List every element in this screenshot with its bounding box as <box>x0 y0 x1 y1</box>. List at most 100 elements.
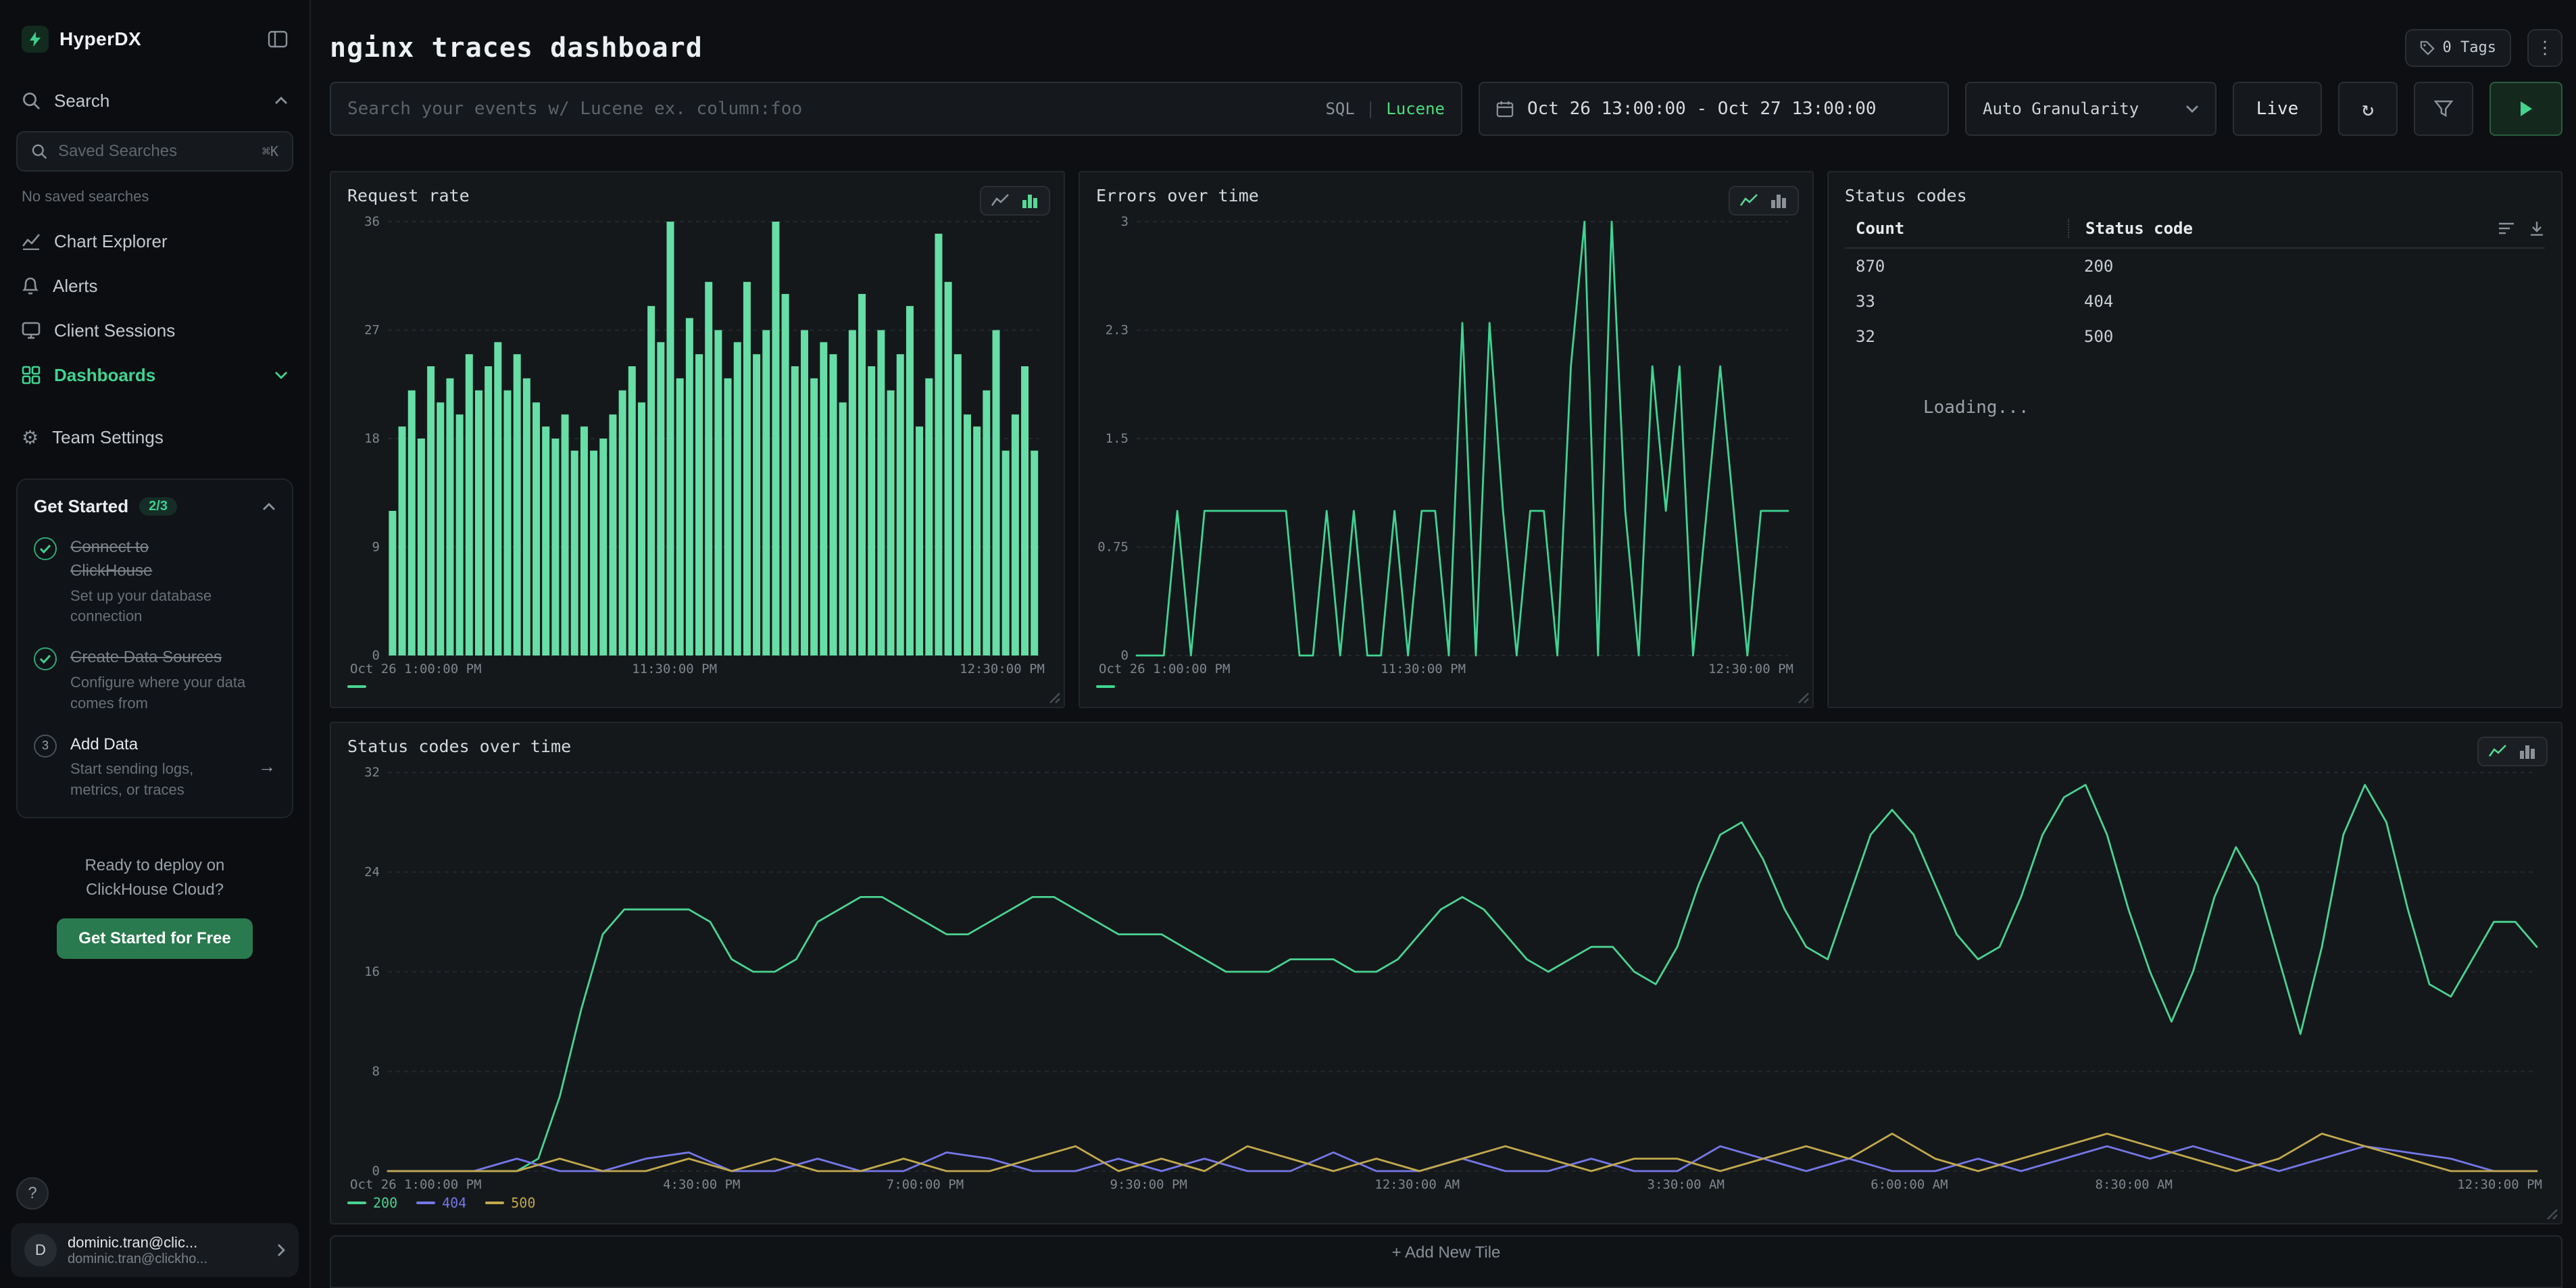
svg-text:9:30:00 PM: 9:30:00 PM <box>1110 1177 1187 1192</box>
divider: | <box>1366 99 1375 118</box>
legend-item[interactable]: 200 <box>347 1195 397 1211</box>
resize-handle[interactable] <box>1049 692 1061 704</box>
svg-text:2.3: 2.3 <box>1106 323 1129 338</box>
get-started-card: Get Started 2/3 Connect to ClickHouse Se… <box>16 478 293 818</box>
run-query-button[interactable] <box>2490 82 2562 136</box>
event-search-bar[interactable]: SQL | Lucene <box>330 82 1462 136</box>
get-started-progress-badge: 2/3 <box>139 497 177 516</box>
arrow-right-icon: → <box>258 756 276 777</box>
app-logo-row: HyperDX <box>0 0 309 78</box>
add-new-tile-button[interactable]: + Add New Tile <box>330 1235 2562 1288</box>
refresh-button[interactable]: ↻ <box>2338 82 2398 136</box>
svg-text:18: 18 <box>364 431 380 446</box>
resize-handle[interactable] <box>2546 1208 2558 1220</box>
svg-text:12:30:00 AM: 12:30:00 AM <box>1374 1177 1460 1192</box>
filter-button[interactable] <box>2414 82 2473 136</box>
svg-text:1.5: 1.5 <box>1106 431 1129 446</box>
search-input[interactable] <box>347 99 1312 119</box>
more-options-button[interactable]: ⋮ <box>2527 29 2562 67</box>
get-started-free-button[interactable]: Get Started for Free <box>57 918 252 959</box>
line-chart-icon[interactable] <box>2485 742 2510 761</box>
saved-searches-input[interactable]: Saved Searches ⌘K <box>16 131 293 172</box>
sidebar-item-dashboards[interactable]: Dashboards <box>0 353 309 397</box>
status-over-time-chart[interactable]: 08162432Oct 26 1:00:00 PM4:30:00 PM7:00:… <box>347 762 2545 1193</box>
granularity-select[interactable]: Auto Granularity <box>1965 82 2216 136</box>
table-row[interactable]: 870200 <box>1845 249 2545 284</box>
bar-chart-icon[interactable] <box>1766 191 1791 210</box>
sidebar-item-label: Client Sessions <box>54 320 175 341</box>
column-header-count[interactable]: Count <box>1845 219 2068 238</box>
svg-text:0: 0 <box>372 1164 380 1179</box>
collapse-sidebar-icon[interactable] <box>268 30 288 48</box>
avatar: D <box>24 1234 57 1266</box>
cloud-deploy-text: Ready to deploy on ClickHouse Cloud? <box>0 853 309 902</box>
user-email: dominic.tran@clickho... <box>68 1252 266 1267</box>
table-row[interactable]: 32500 <box>1845 319 2545 354</box>
tag-icon <box>2420 41 2435 55</box>
tile-title: Status codes <box>1845 186 2545 205</box>
svg-text:12:30:00 PM: 12:30:00 PM <box>2457 1177 2542 1192</box>
line-chart-icon[interactable] <box>1737 191 1761 210</box>
sidebar-item-alerts[interactable]: Alerts <box>0 264 309 308</box>
svg-text:24: 24 <box>364 865 380 880</box>
line-chart-icon[interactable] <box>988 191 1012 210</box>
step-desc: Set up your database connection <box>70 586 232 628</box>
legend-item[interactable]: 500 <box>485 1195 535 1211</box>
legend-dash <box>1096 685 1115 688</box>
resize-handle[interactable] <box>1798 692 1810 704</box>
svg-text:0: 0 <box>1121 648 1129 663</box>
get-started-step-sources[interactable]: Create Data Sources Configure where your… <box>34 646 276 714</box>
sidebar: HyperDX Search Saved Searches ⌘K No save… <box>0 0 311 1288</box>
request-rate-chart[interactable]: 09182736Oct 26 1:00:00 PM11:30:00 PM12:3… <box>347 211 1047 677</box>
tags-label: 0 Tags <box>2443 39 2496 56</box>
svg-text:8: 8 <box>372 1064 380 1079</box>
tags-button[interactable]: 0 Tags <box>2405 29 2511 67</box>
svg-text:12:30:00 PM: 12:30:00 PM <box>1708 662 1793 676</box>
sidebar-item-team-settings[interactable]: ⚙ Team Settings <box>0 415 309 460</box>
user-menu[interactable]: D dominic.tran@clic... dominic.tran@clic… <box>11 1223 299 1277</box>
errors-chart[interactable]: 00.751.52.33Oct 26 1:00:00 PM11:30:00 PM… <box>1096 211 1796 677</box>
sidebar-item-client-sessions[interactable]: Client Sessions <box>0 308 309 353</box>
get-started-step-add-data[interactable]: 3 Add Data Start sending logs, metrics, … <box>34 733 276 801</box>
help-button[interactable]: ? <box>16 1177 49 1210</box>
status-code-cell: 404 <box>2068 292 2545 311</box>
table-row[interactable]: 33404 <box>1845 284 2545 319</box>
table-settings-icon[interactable] <box>2498 220 2515 237</box>
monitor-icon <box>22 322 41 339</box>
tile-status-codes: Status codes Count Status code 870200334… <box>1827 171 2562 708</box>
user-name: dominic.tran@clic... <box>68 1234 266 1252</box>
step-desc: Start sending logs, metrics, or traces <box>70 759 230 801</box>
step-title: Add Data <box>70 733 245 757</box>
get-started-step-connect[interactable]: Connect to ClickHouse Set up your databa… <box>34 536 276 627</box>
svg-text:7:00:00 PM: 7:00:00 PM <box>887 1177 964 1192</box>
kebab-icon: ⋮ <box>2536 37 2554 58</box>
sidebar-item-label: Team Settings <box>52 427 164 448</box>
svg-text:3:30:00 AM: 3:30:00 AM <box>1648 1177 1725 1192</box>
status-code-cell: 200 <box>2068 257 2545 276</box>
chevron-up-icon[interactable] <box>262 503 276 511</box>
chevron-right-icon <box>277 1243 285 1257</box>
chart-explorer-icon <box>22 232 41 250</box>
bar-chart-icon[interactable] <box>2515 742 2540 761</box>
svg-text:0.75: 0.75 <box>1097 540 1129 555</box>
search-icon <box>31 143 47 159</box>
live-button[interactable]: Live <box>2233 82 2322 136</box>
shortcut-badge: ⌘K <box>262 143 278 159</box>
bar-chart-icon[interactable] <box>1018 191 1042 210</box>
sidebar-item-search[interactable]: Search <box>0 78 309 123</box>
column-header-status-code[interactable]: Status code <box>2068 219 2480 238</box>
lucene-mode-toggle[interactable]: Lucene <box>1386 99 1445 118</box>
chevron-down-icon[interactable] <box>274 371 288 379</box>
date-range-picker[interactable]: Oct 26 13:00:00 - Oct 27 13:00:00 <box>1479 82 1949 136</box>
sql-mode-toggle[interactable]: SQL <box>1325 99 1354 118</box>
legend-item[interactable]: 404 <box>416 1195 466 1211</box>
chevron-up-icon[interactable] <box>274 97 288 105</box>
download-icon[interactable] <box>2529 220 2545 237</box>
sidebar-item-chart-explorer[interactable]: Chart Explorer <box>0 219 309 264</box>
tile-title: Request rate <box>347 186 1047 205</box>
svg-text:Oct 26 1:00:00 PM: Oct 26 1:00:00 PM <box>350 662 481 676</box>
step-title: Create Data Sources <box>70 646 276 670</box>
tile-request-rate: Request rate 09182736Oct 26 1:00:00 PM11… <box>330 171 1065 708</box>
legend-dash <box>347 1202 366 1204</box>
app-name: HyperDX <box>59 28 141 50</box>
